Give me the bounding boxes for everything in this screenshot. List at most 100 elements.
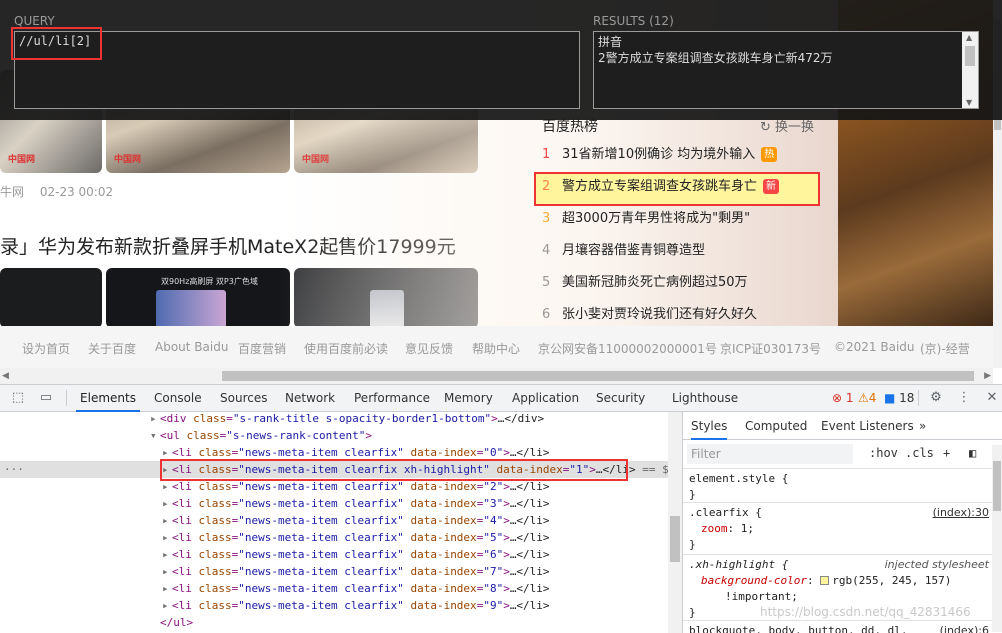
expand-arrow-icon[interactable]: ▸ [150, 410, 160, 427]
elements-scrollbar[interactable] [668, 412, 682, 633]
footer-link[interactable]: 帮助中心 [472, 340, 520, 357]
news-thumbnail[interactable] [0, 268, 102, 328]
tab-sources[interactable]: Sources [220, 385, 267, 412]
more-icon[interactable]: ··· [4, 461, 24, 478]
watermark-text: https://blog.csdn.net/qq_42831466 [760, 605, 971, 619]
styles-filter-input[interactable]: Filter [687, 444, 853, 464]
add-rule-icon[interactable]: + [943, 446, 950, 460]
tab-elements[interactable]: Elements [76, 385, 140, 412]
news-source: 牛网 [0, 185, 25, 199]
tab-application[interactable]: Application [512, 385, 579, 412]
scrollbar-thumb[interactable] [965, 46, 975, 66]
toggle-sidebar-icon[interactable]: ◧ [969, 446, 976, 460]
expand-arrow-icon[interactable]: ▸ [162, 563, 172, 580]
scroll-right-icon[interactable]: ▶ [984, 371, 991, 381]
style-rule-reset[interactable]: blockquote, body, button, dd, dl, (index… [683, 620, 1002, 633]
scroll-down-icon[interactable]: ▼ [966, 98, 972, 107]
style-source-label: injected stylesheet [884, 558, 989, 571]
dom-node[interactable]: ▸ <li class="news-meta-item clearfix" dat… [162, 597, 550, 614]
footer-link[interactable]: 百度营销 [238, 340, 286, 357]
page-horizontal-scrollbar[interactable]: ◀ ▶ [0, 368, 993, 384]
error-count[interactable]: ⊗ 1 [832, 391, 854, 405]
tab-computed[interactable]: Computed [745, 412, 807, 440]
expand-arrow-icon[interactable]: ▸ [162, 529, 172, 546]
footer-link[interactable]: 关于百度 [88, 340, 136, 357]
expand-arrow-icon[interactable]: ▸ [162, 495, 172, 512]
xpath-helper-panel: QUERY //ul/li[2] RESULTS (12) 拼音 2警方成立专案… [0, 0, 1002, 120]
dom-node[interactable]: ▸ <li class="news-meta-item clearfix" dat… [162, 563, 550, 580]
collapse-arrow-icon[interactable]: ▾ [150, 427, 160, 444]
footer-link[interactable]: 京ICP证030173号 [720, 340, 821, 357]
tab-performance[interactable]: Performance [354, 385, 430, 412]
tab-lighthouse[interactable]: Lighthouse [672, 385, 738, 412]
settings-gear-icon[interactable]: ⚙ [928, 390, 944, 406]
dom-node[interactable]: ▸ <li class="news-meta-item clearfix" dat… [162, 512, 550, 529]
hot-list-item[interactable]: 6 张小斐对贾玲说我们还有好久好久 [542, 304, 757, 326]
style-source-link[interactable]: (index):30 [933, 505, 989, 521]
warning-count[interactable]: ⚠4 [858, 391, 876, 405]
hot-list-item[interactable]: 4 月壤容器借鉴青铜尊造型 [542, 240, 705, 262]
more-options-icon[interactable]: ⋮ [956, 390, 972, 406]
footer-copyright: ©2021 Baidu [834, 340, 915, 354]
expand-arrow-icon[interactable]: ▸ [162, 580, 172, 597]
new-badge: 新 [763, 179, 780, 194]
tab-styles[interactable]: Styles [691, 412, 728, 440]
news-meta: 牛网 02-23 00:02 [0, 183, 125, 200]
tab-console[interactable]: Console [154, 385, 202, 412]
class-toggle-button[interactable]: .cls [905, 446, 934, 460]
thumbnail-tag: 中国网 [8, 155, 36, 165]
elements-tree: ▸ <div class="s-rank-title s-opacity-bord… [0, 412, 682, 633]
scroll-left-icon[interactable]: ◀ [2, 371, 9, 381]
dom-node[interactable]: ▸ <div class="s-rank-title s-opacity-bord… [150, 410, 544, 427]
styles-scrollbar[interactable] [992, 445, 1002, 632]
styles-pane: Styles Computed Event Listeners » Filter… [682, 412, 1002, 633]
tab-event-listeners[interactable]: Event Listeners [821, 412, 914, 440]
hot-list-item[interactable]: 2 警方成立专案组调查女孩跳车身亡新 [542, 176, 780, 198]
tab-security[interactable]: Security [596, 385, 645, 412]
more-tabs-icon[interactable]: » [919, 412, 926, 440]
thumbnail-caption: 双90Hz高刷屏 双P3广色域 [161, 277, 258, 286]
expand-arrow-icon[interactable]: ▸ [162, 512, 172, 529]
scroll-up-icon[interactable]: ▲ [966, 33, 972, 42]
dom-node[interactable]: ▸ <li class="news-meta-item clearfix" dat… [162, 495, 550, 512]
inspect-element-icon[interactable]: ⬚ [10, 390, 26, 406]
style-rule-clearfix[interactable]: .clearfix { (index):30 zoom: 1; } [683, 502, 1002, 554]
expand-arrow-icon[interactable]: ▸ [162, 546, 172, 563]
result-line: 拼音 [598, 35, 623, 49]
thumbnail-tag: 中国网 [114, 155, 142, 165]
dom-node[interactable]: ▸ <li class="news-meta-item clearfix" dat… [162, 580, 550, 597]
device-toolbar-icon[interactable]: ▭ [38, 390, 54, 406]
dom-node[interactable]: ▾ <ul class="s-news-rank-content"> [150, 427, 372, 444]
hot-list-item[interactable]: 5 美国新冠肺炎死亡病例超过50万 [542, 272, 748, 294]
hot-list: 百度热榜 ↻ 换一换 1 31省新增10例确诊 均为境外输入热 2 警方成立专案组调… [528, 110, 838, 330]
close-icon[interactable]: ✕ [984, 390, 1000, 406]
dom-node[interactable]: ▸ <li class="news-meta-item clearfix" dat… [162, 546, 550, 563]
styles-tabbar: Styles Computed Event Listeners » [683, 412, 1002, 440]
tab-memory[interactable]: Memory [444, 385, 493, 412]
footer-link[interactable]: About Baidu [155, 340, 228, 354]
scrollbar-thumb[interactable] [993, 461, 1001, 511]
hot-list-item[interactable]: 3 超3000万青年男性将成为"剩男" [542, 208, 750, 230]
results-scrollbar[interactable]: ▲ ▼ [962, 32, 978, 108]
footer-link[interactable]: (京)-经营 [920, 340, 970, 357]
scrollbar-thumb[interactable] [670, 516, 680, 562]
query-label: QUERY [14, 14, 55, 28]
dom-closing-tag[interactable]: </ul> [160, 614, 193, 631]
dom-node[interactable]: ▸ <li class="news-meta-item clearfix" dat… [162, 529, 550, 546]
footer-link[interactable]: 使用百度前必读 [304, 340, 388, 357]
message-count[interactable]: ■ 18 [884, 391, 914, 405]
hot-list-item[interactable]: 1 31省新增10例确诊 均为境外输入热 [542, 144, 778, 166]
scrollbar-thumb[interactable] [222, 371, 974, 381]
footer-link[interactable]: 设为首页 [22, 340, 70, 357]
tab-network[interactable]: Network [285, 385, 335, 412]
expand-arrow-icon[interactable]: ▸ [162, 597, 172, 614]
page-footer: 设为首页 关于百度 About Baidu 百度营销 使用百度前必读 意见反馈 … [0, 326, 993, 368]
news-thumbnail[interactable]: 双90Hz高刷屏 双P3广色域 [106, 268, 290, 328]
annotation-box [160, 459, 628, 481]
footer-link[interactable]: 意见反馈 [405, 340, 453, 357]
color-swatch[interactable] [820, 576, 830, 585]
footer-link[interactable]: 京公网安备11000002000001号 [538, 340, 717, 357]
style-rule-element[interactable]: element.style { } [683, 468, 1002, 502]
hover-state-button[interactable]: :hov [869, 446, 898, 460]
results-output[interactable]: 拼音 2警方成立专案组调查女孩跳车身亡新472万 [593, 31, 979, 109]
